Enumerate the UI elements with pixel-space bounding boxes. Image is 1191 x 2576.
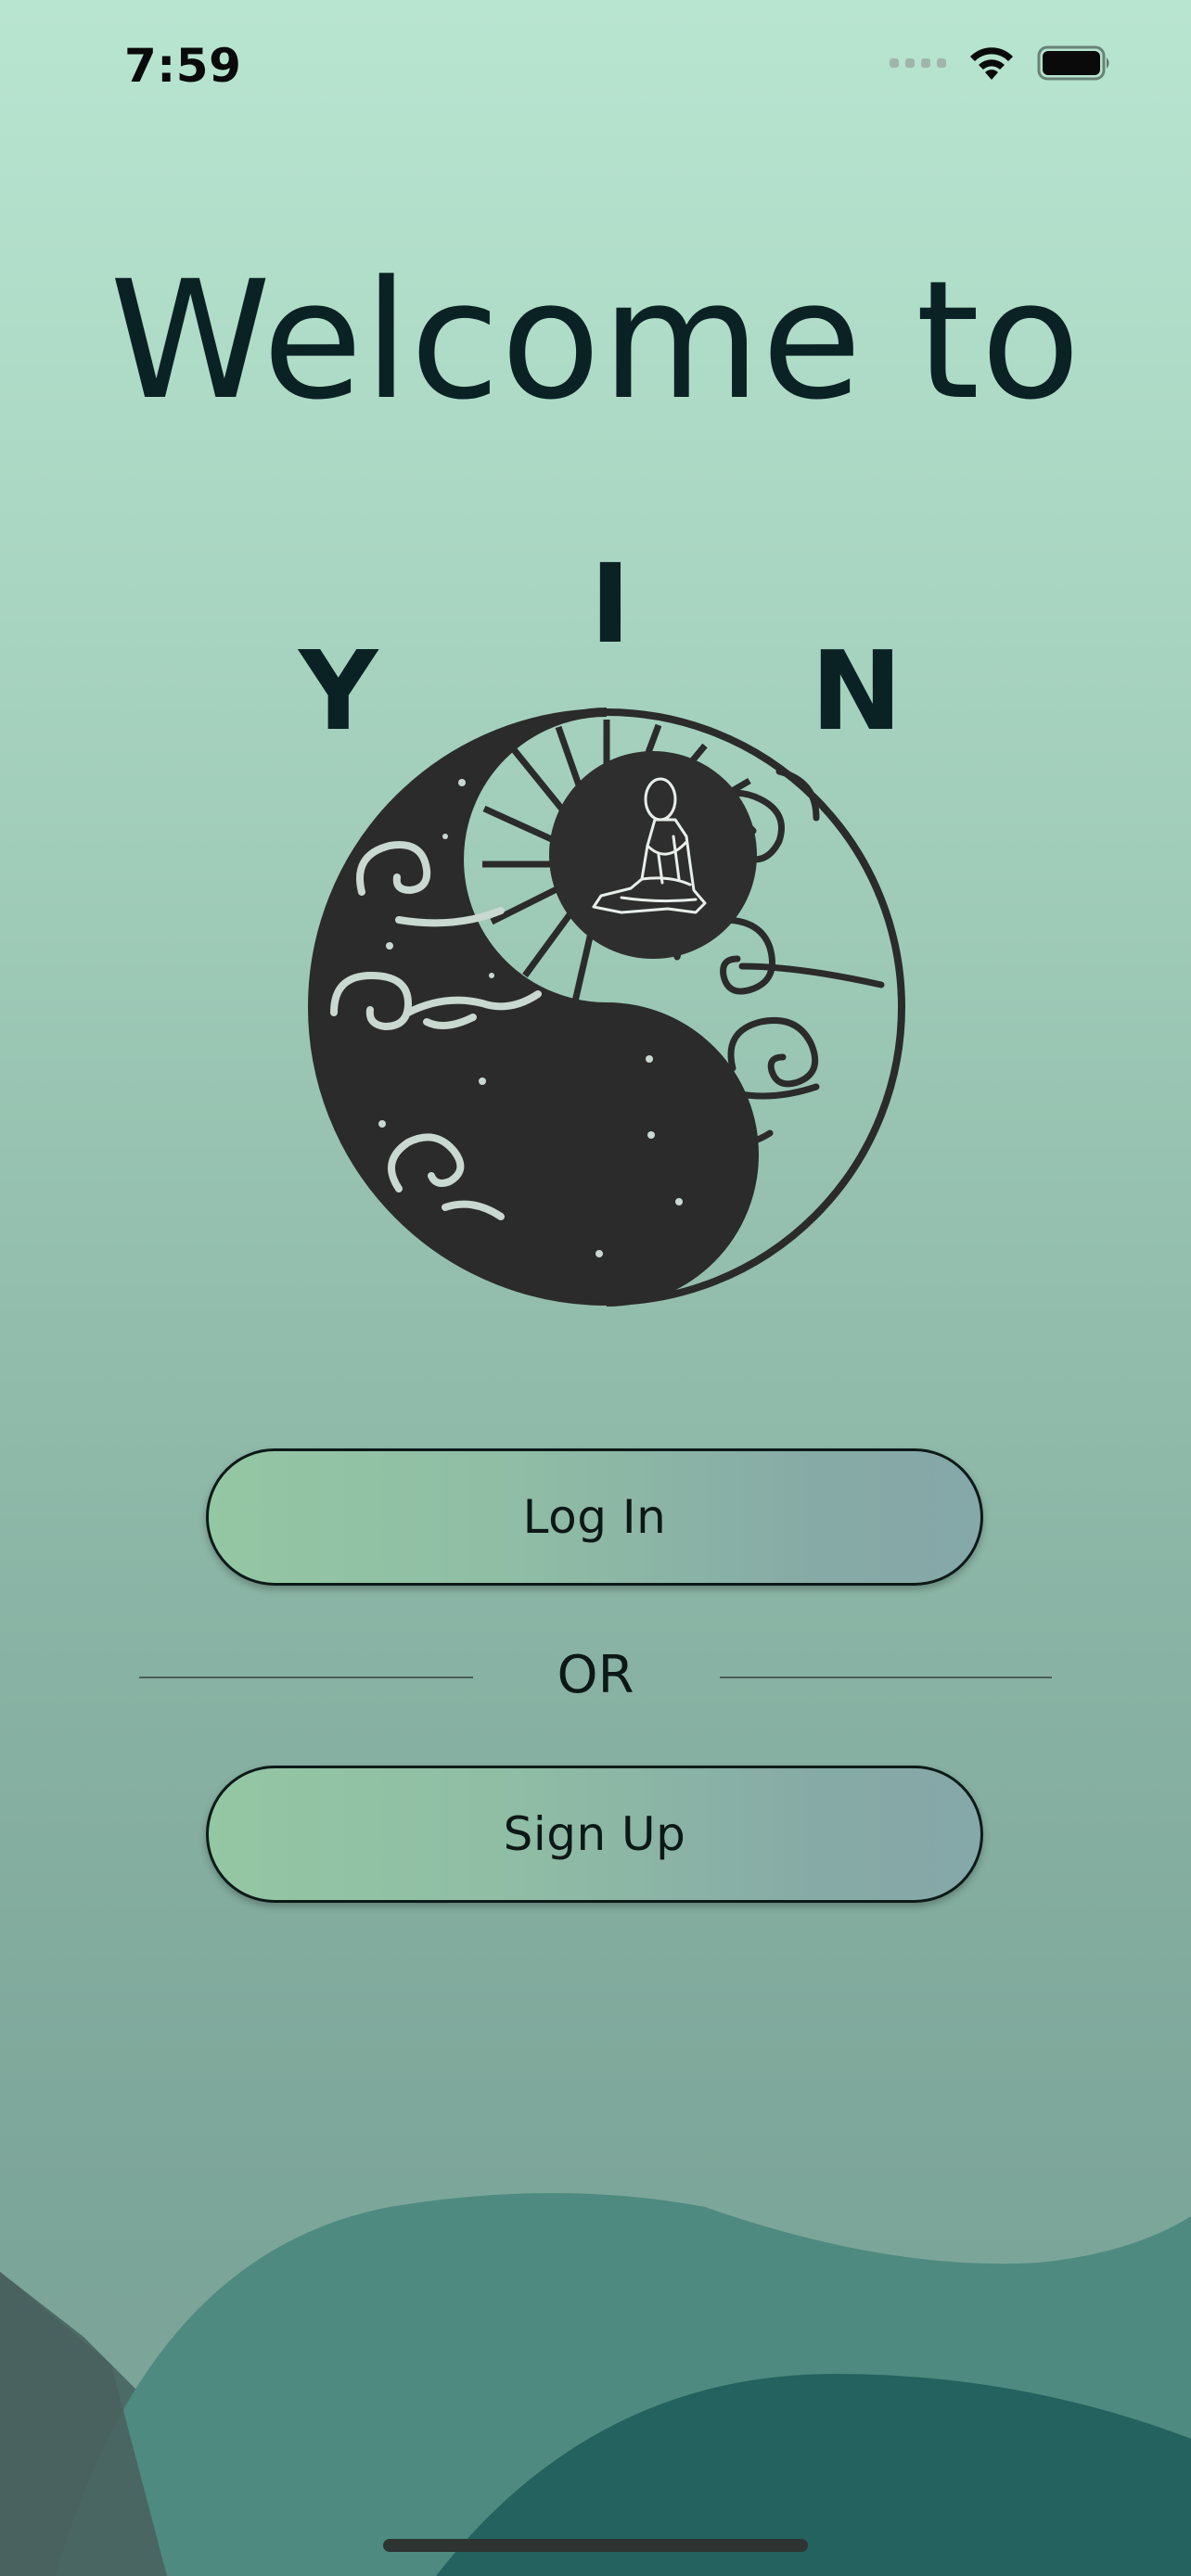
or-label: OR: [557, 1645, 634, 1705]
cellular-signal-icon: [890, 58, 946, 68]
wifi-icon: [970, 47, 1013, 80]
or-divider: OR: [0, 1641, 1191, 1715]
signup-button[interactable]: Sign Up: [206, 1766, 983, 1903]
brand-letter-i: I: [590, 540, 631, 668]
yin-yang-logo-icon: [308, 708, 905, 1307]
welcome-heading: Welcome to: [109, 246, 1082, 436]
battery-icon: [1037, 45, 1109, 81]
login-button[interactable]: Log In: [206, 1448, 983, 1586]
status-time: 7:59: [124, 39, 242, 93]
divider-line-right: [720, 1677, 1052, 1678]
status-bar: 7:59: [0, 0, 1191, 139]
decorative-waves: [0, 2193, 1191, 2576]
status-icons: [890, 45, 1113, 82]
home-indicator[interactable]: [383, 2539, 808, 2552]
